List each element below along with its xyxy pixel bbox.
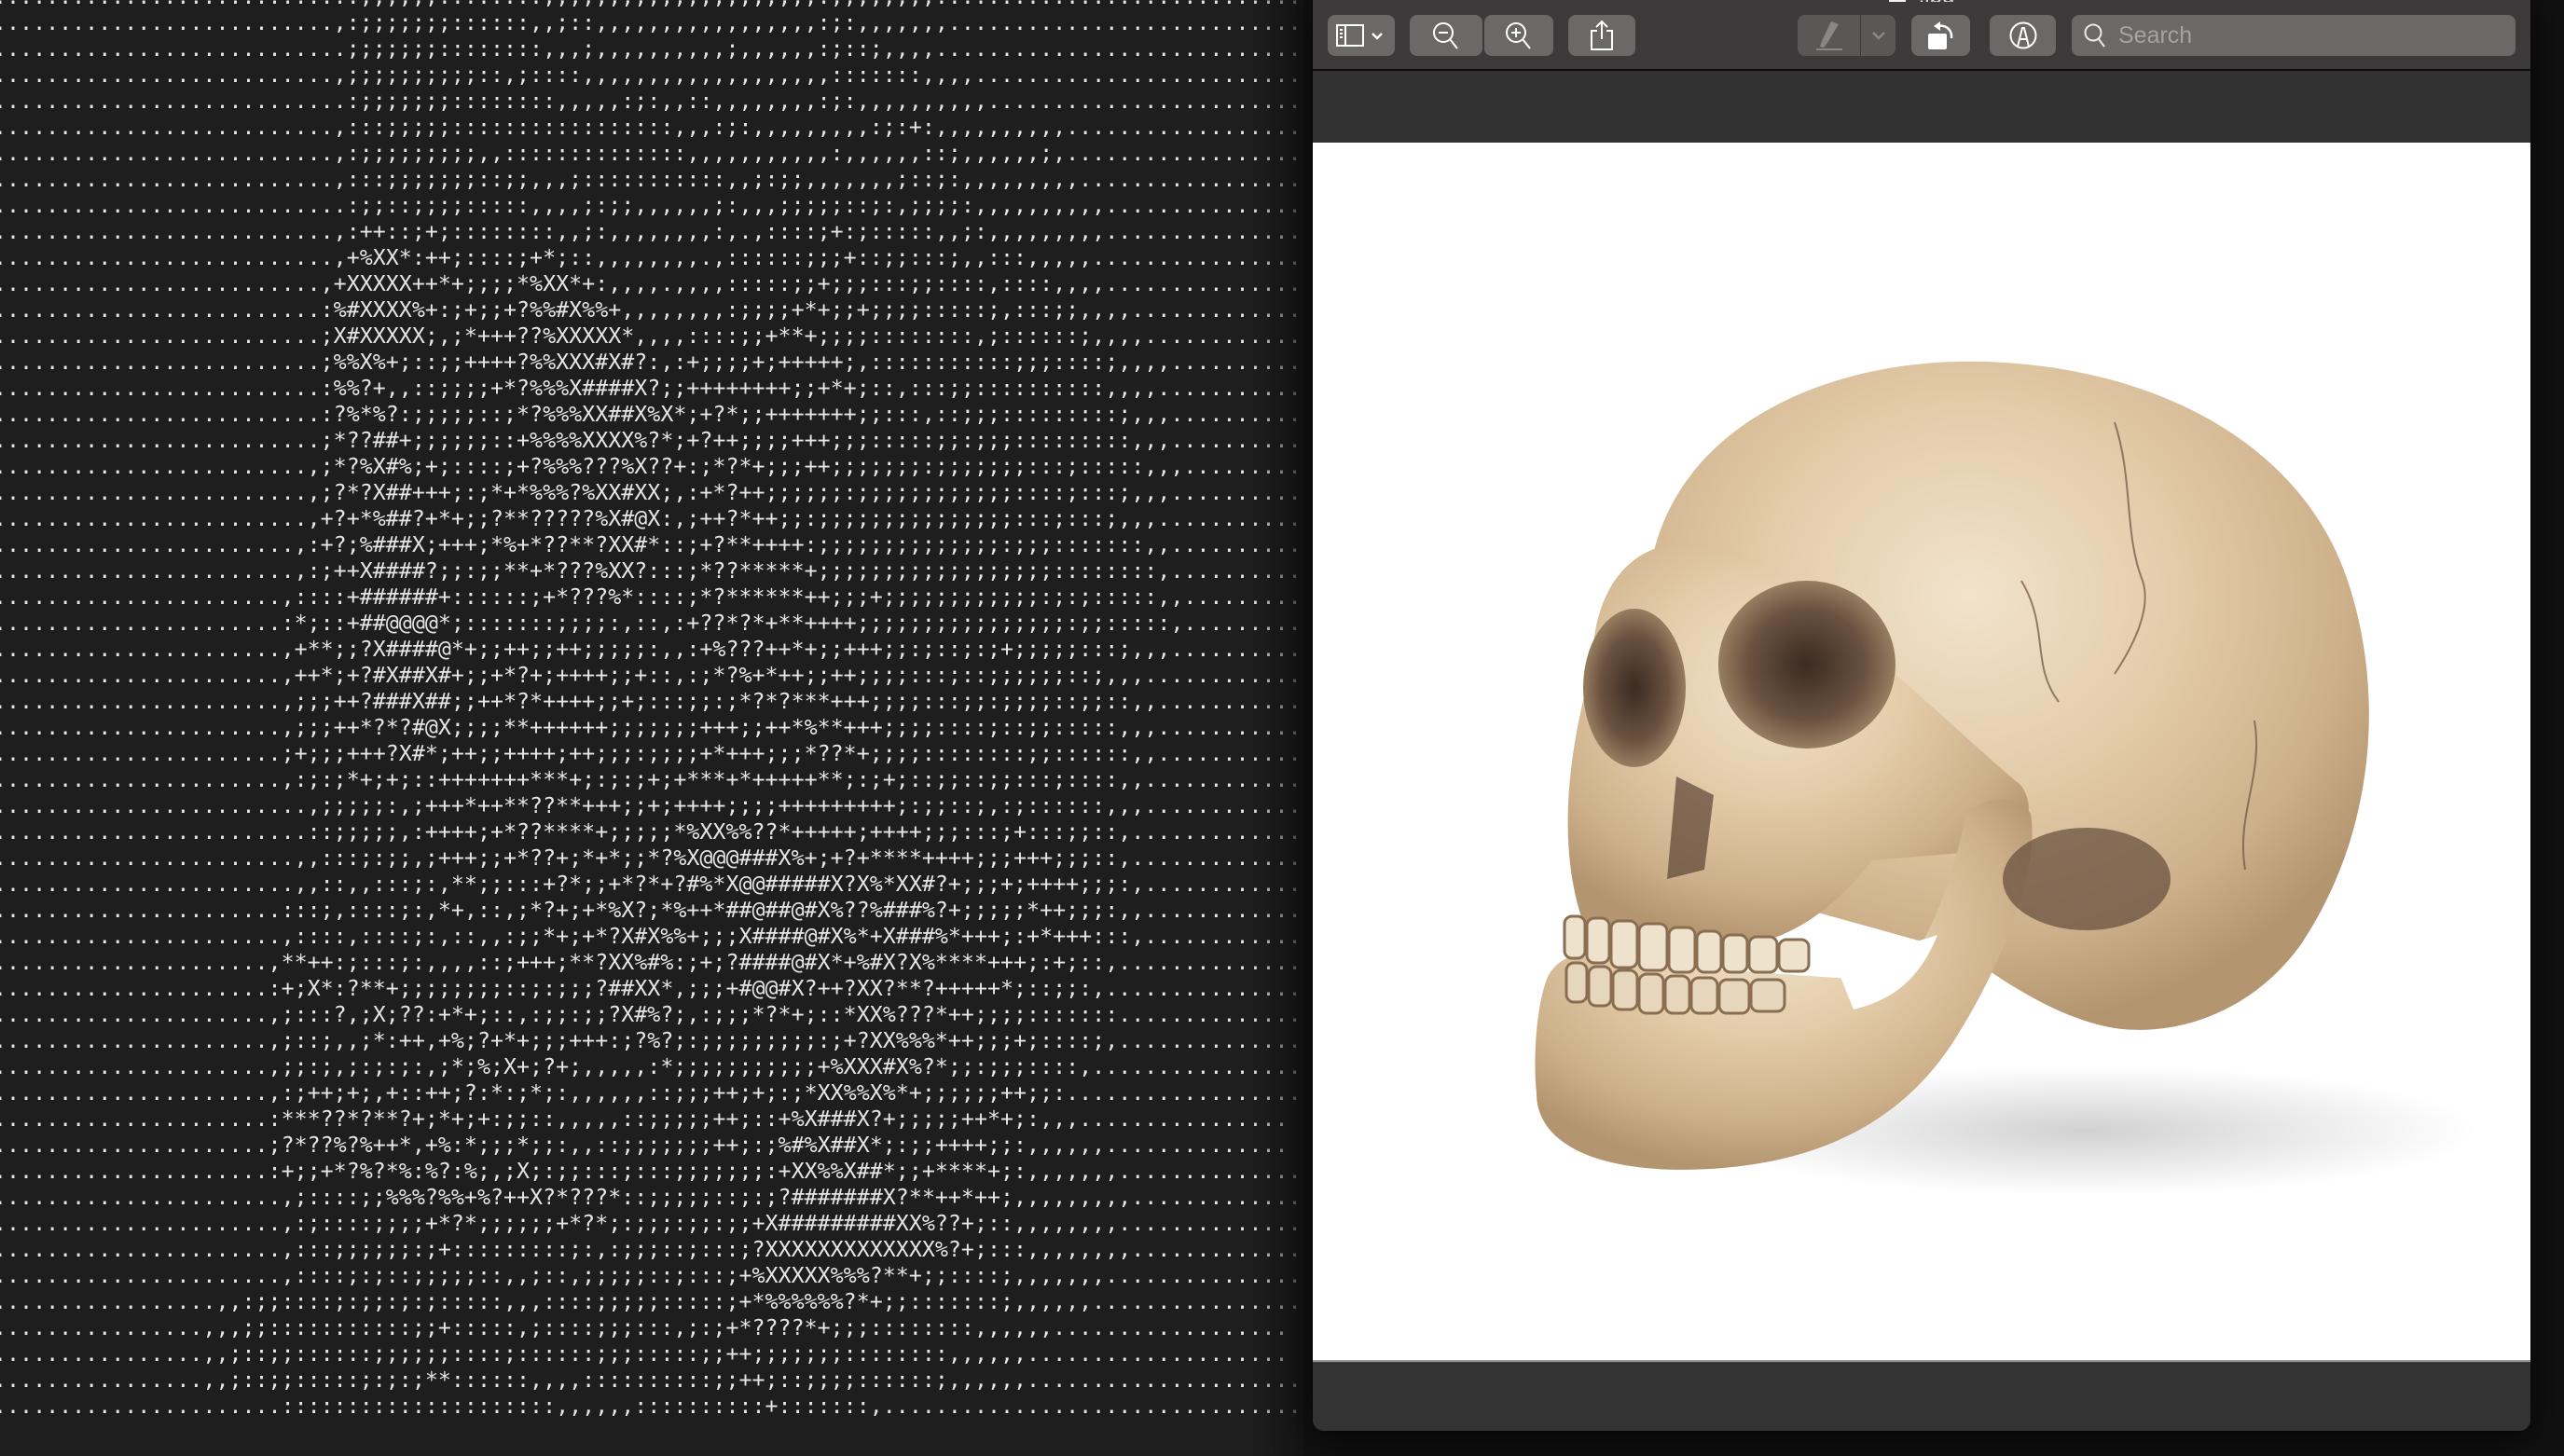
terminal-line: .........................:%%?+,,::;;;;+*… (0, 376, 1303, 401)
share-icon (1591, 20, 1613, 50)
terminal-line: ........................,;?*?X##+++;:;*+… (0, 480, 1303, 505)
terminal-line: ......................,::::+######+:::::… (0, 584, 1303, 610)
terminal-line: ......................,;::::;;%%%?%%+%?+… (0, 1185, 1302, 1210)
sidebar-toggle-button[interactable] (1328, 15, 1395, 56)
terminal-line: .........................,+XXXXX++*+;;;;… (0, 271, 1302, 296)
terminal-line: ......................,:::;;;;;;:;+:::::… (0, 1237, 1302, 1262)
terminal-line: ...........................:;;;;;;;:::::… (0, 89, 1303, 114)
zoom-out-button[interactable] (1410, 15, 1482, 56)
share-button[interactable] (1568, 15, 1635, 56)
terminal-line: ................,,;::;;:::::;:;:;**:::::… (0, 1367, 1302, 1393)
zoom-in-icon (1506, 22, 1531, 49)
highlighter-icon (1815, 21, 1842, 50)
terminal-line: .........................:?%*%?:;;;;;::;… (0, 402, 1303, 427)
terminal-line: ........................,;*?%X#%;+;::::;… (0, 454, 1303, 479)
terminal-line: ......................:::;,::::;:,*+,::,… (0, 898, 1302, 923)
skull-temporal-hollow (2003, 828, 2171, 930)
terminal-line: ......................,:;::::;;;;+*?*;;;… (0, 1211, 1302, 1236)
terminal-line: .....................:+;X*:?**+;;;;;;;;:… (0, 976, 1303, 1001)
terminal-line: .....................:+;;+*?%?*%:%?:%;,;… (0, 1159, 1302, 1184)
document-margin (1313, 71, 2530, 143)
window-title-text: .jpg (1919, 0, 1955, 2)
window-title: .jpg (1313, 0, 2530, 2)
search-icon (2084, 23, 2105, 48)
terminal-line: .......................,:+?;%###X;+++;*%… (0, 532, 1303, 557)
skull-left-eye-socket (1583, 609, 1686, 767)
terminal-line: .....................:***??*?**?+;*+;+:;… (0, 1106, 1289, 1132)
terminal-line: .........................;X#XXXXX;,;*+++… (0, 323, 1303, 349)
terminal-line: ...........................:;;::;;;;::::… (0, 193, 1302, 218)
zoom-in-button[interactable] (1484, 15, 1553, 56)
document-icon (1888, 0, 1906, 2)
terminal-line: ......................,::::;:;::;;;;;::,… (0, 1263, 1302, 1288)
terminal-line: .....................,;::;,,;*:++,+%;?+*… (0, 1028, 1303, 1053)
terminal-window[interactable]: ..........................:;;;;;,;::::::… (0, 0, 1303, 1456)
terminal-line: .......................,:;++X####?;;:;;*… (0, 558, 1303, 584)
terminal-line: ......................,+**;;?X####@*+;;+… (0, 637, 1303, 662)
skull-right-eye-socket (1718, 581, 1895, 749)
ascii-art-output: ..........................:;;;;;,;::::::… (0, 0, 1303, 1420)
highlight-button[interactable] (1798, 15, 1860, 56)
terminal-line: ......................,:;:;*+;+;::++++++… (0, 767, 1302, 792)
terminal-line: ........................,+?+*%##?+*+;;?*… (0, 506, 1303, 531)
terminal-line: ..........................,:::;;;;;:::::… (0, 115, 1303, 140)
terminal-line: ................,,,;;:::::::::::;;+:::::… (0, 1315, 1289, 1340)
skull-image (1535, 361, 2478, 1196)
status-bar (1313, 1362, 2530, 1431)
terminal-line: ..........................,:;;;;;;;;;,,:… (0, 141, 1303, 166)
terminal-line: .....................,**++:;:::;:,,,,::;… (0, 950, 1303, 975)
terminal-line: .......................,,::,,:::;:,**;;:… (0, 872, 1302, 897)
rotate-left-icon (1927, 21, 1952, 49)
terminal-line: ..........................,:::;;;;;;;::;… (0, 167, 1303, 192)
terminal-line: ......................,++*;+?#X##X#+;;+*… (0, 663, 1303, 688)
zoom-out-icon (1433, 22, 1458, 49)
toolbar: .jpg (1313, 0, 2530, 71)
preview-window[interactable]: .jpg (1313, 0, 2530, 1431)
terminal-line: .........................:%#XXXX%+:;+;;+… (0, 297, 1303, 323)
markup-pen-icon (2009, 21, 2036, 49)
chevron-down-icon (1871, 32, 1885, 40)
terminal-line: ..........................,+%XX*:++;::::… (0, 245, 1302, 270)
terminal-line: .......................,,:::;:;;,;+++;;+… (0, 845, 1302, 871)
rotate-button[interactable] (1911, 15, 1970, 56)
highlight-options-button[interactable] (1861, 15, 1895, 56)
terminal-line: .....................,:;++;+;,+::++;?:*:… (0, 1080, 1302, 1106)
search-input[interactable] (2116, 21, 2493, 50)
terminal-line: .................,,:;;::::;:;;:;:;:::::,… (0, 1289, 1302, 1314)
terminal-line: .....................;?*??%?%++*,+%:*;;;… (0, 1133, 1289, 1158)
terminal-line: ......................,;;;++?###X##;;++*… (0, 689, 1303, 714)
terminal-line: ......................::::::::::::::::::… (0, 1394, 1303, 1419)
sidebar-icon (1336, 24, 1383, 47)
image-canvas[interactable] (1313, 143, 2530, 1362)
terminal-line: ...........................:;;;;;,::::::… (0, 0, 1303, 10)
terminal-line: .....................,;;:;,;:;:;:,;*;%;X… (0, 1054, 1302, 1079)
terminal-line: ..........................,:++::;+;:::::… (0, 219, 1302, 244)
terminal-line: ................,,;::;;::::::;;;;;;::::;… (0, 1341, 1289, 1367)
markup-button[interactable] (1990, 15, 2056, 56)
search-field[interactable] (2072, 15, 2516, 56)
terminal-line: ......................,;;;++*?*?#@X;;;;*… (0, 715, 1303, 740)
terminal-line: ........................::;;;;;,:++++;+*… (0, 819, 1303, 845)
terminal-line: .........................;%%X%+;::;;++++… (0, 350, 1303, 375)
terminal-line: ......................;+;;;+++?X#*;++;;+… (0, 741, 1303, 766)
terminal-line: ..........................,;;;;;;;;;;::,… (0, 62, 1303, 88)
terminal-line: .........................;*??##+;;;;;;::… (0, 428, 1303, 453)
terminal-line: ......................,::::,::::;:,::,,:… (0, 924, 1303, 949)
terminal-line: ..........................,:;;;;;;;:::::… (0, 10, 1303, 35)
terminal-line: ...........................;;;;;;;::::::… (0, 36, 1303, 62)
terminal-line: .....................,;:::?,;X;??:+*+;::… (0, 1002, 1303, 1027)
terminal-line: ......................:*;::+##@@@@*;::::… (0, 611, 1303, 636)
terminal-line: ........................,;;;;;:,;+++*++*… (0, 793, 1302, 818)
